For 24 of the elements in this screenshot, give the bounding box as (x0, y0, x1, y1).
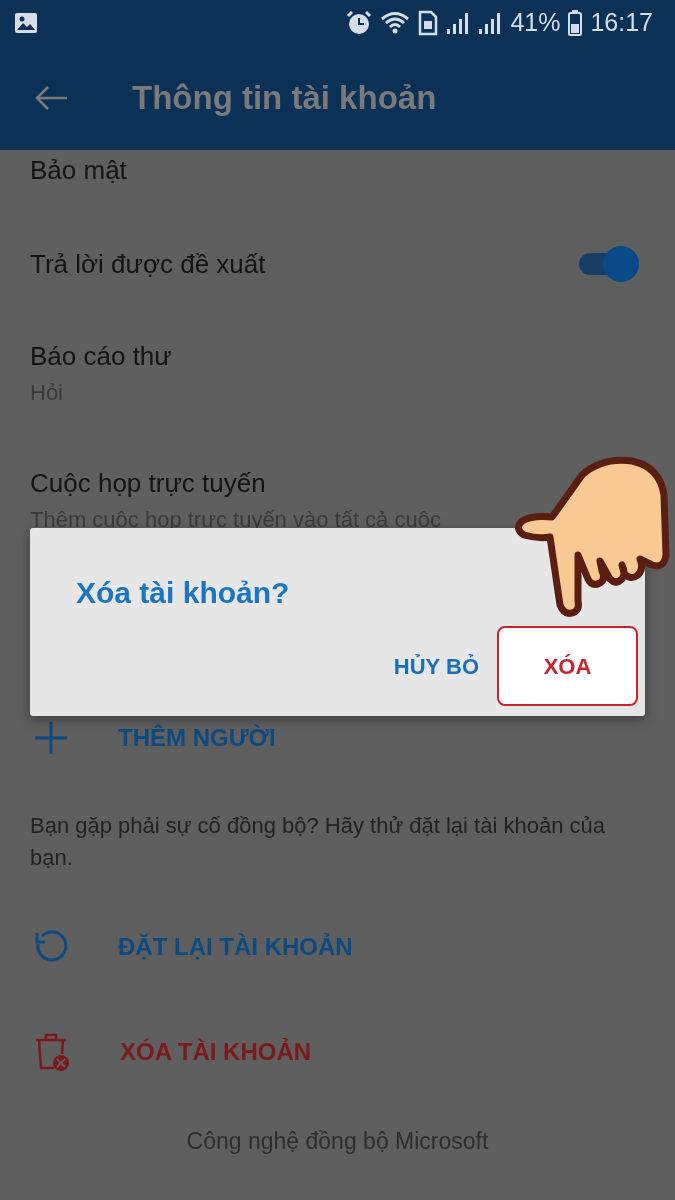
toggle-switch[interactable] (579, 246, 639, 282)
delete-button[interactable]: XÓA (497, 626, 638, 706)
signal-icon (446, 10, 471, 35)
sync-help-text: Bạn gặp phải sự cố đồng bộ? Hãy thử đặt lại tài khoản của bạn. (29, 812, 606, 872)
setting-label[interactable]: Báo cáo thư (30, 338, 675, 374)
delete-account-link[interactable]: XÓA TÀI KHOẢN (120, 1033, 312, 1070)
signal-icon (478, 10, 503, 35)
dialog-title: Xóa tài khoản? (76, 575, 290, 611)
clock-time: 16:17 (590, 6, 653, 38)
wifi-icon (380, 10, 411, 35)
cancel-button[interactable]: HỦY BỎ (391, 626, 481, 706)
reset-icon (34, 929, 68, 964)
trash-icon (34, 1031, 70, 1072)
setting-label[interactable]: Cuộc họp trực tuyến (30, 465, 675, 501)
battery-icon (568, 9, 583, 36)
battery-percent: 41% (510, 6, 561, 38)
back-arrow-icon[interactable] (34, 84, 68, 111)
alarm-icon (346, 9, 373, 36)
plus-icon (34, 720, 68, 755)
screen-title: Thông tin tài khoản (132, 77, 437, 118)
gallery-icon (14, 11, 38, 34)
setting-title[interactable]: Bảo mật (0, 150, 675, 190)
sim-card-icon (418, 9, 439, 36)
setting-label: Trả lời được đề xuất (30, 248, 266, 281)
